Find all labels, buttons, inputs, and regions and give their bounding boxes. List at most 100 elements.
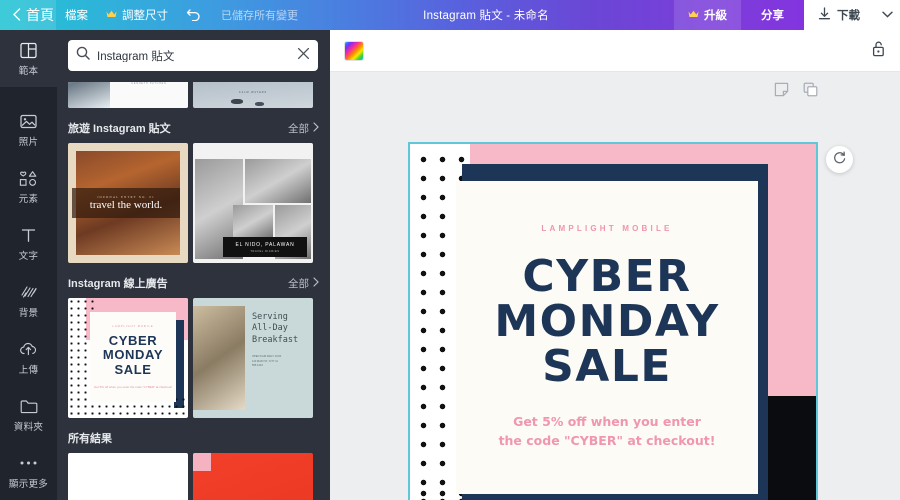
share-label: 分享: [761, 10, 784, 22]
template-card[interactable]: EL NIDO, PALAWAN TRAVEL DIARIES: [193, 143, 313, 263]
page-actions-bar: [774, 82, 818, 102]
photo-icon: [20, 111, 37, 131]
see-all-label: 全部: [288, 277, 309, 290]
sidebar-label-uploads: 上傳: [18, 365, 39, 376]
text-t-icon: [20, 225, 37, 245]
sidebar-label-text: 文字: [18, 251, 39, 262]
chevron-right-icon: [313, 276, 319, 290]
back-button[interactable]: 首頁: [0, 0, 56, 30]
sidebar-item-photos[interactable]: 照片: [0, 101, 57, 158]
upgrade-label: 升級: [704, 10, 727, 22]
section-title: 所有結果: [68, 433, 112, 445]
template-title: travel the world.: [89, 199, 163, 211]
close-x-icon[interactable]: [297, 47, 310, 65]
section-title: Instagram 線上廣告: [68, 278, 168, 290]
search-icon: [76, 46, 90, 65]
rainbow-color-swatch[interactable]: [344, 40, 364, 61]
template-sub: OPEN 8 AM DAILY 10:00 123 MAIN ST, CITY …: [252, 355, 282, 368]
template-card[interactable]: [193, 453, 313, 500]
canvas-viewport: LAMPLIGHT MOBILE CYBER MONDAY SALE Get 5…: [330, 114, 900, 500]
duplicate-page-icon[interactable]: [803, 82, 818, 102]
crown-icon: [106, 10, 117, 21]
unlock-icon[interactable]: [871, 40, 886, 62]
sidebar-label-background: 背景: [18, 308, 39, 319]
template-thumb-image: JOURNAL ENTRY NO. 01 travel the world.: [72, 151, 180, 255]
sidebar-item-templates[interactable]: 範本: [0, 30, 57, 87]
ellipsis-icon: [19, 453, 38, 473]
chevron-down-icon: [881, 9, 893, 21]
design-subtext-line2[interactable]: the code "CYBER" at checkout!: [499, 431, 716, 450]
crown-icon: [688, 10, 699, 21]
sidebar-item-more[interactable]: 顯示更多: [0, 443, 57, 500]
section-header-travel: 旅遊 Instagram 貼文 全部: [57, 108, 330, 143]
design-headline-line1[interactable]: CYBER: [522, 254, 691, 300]
template-row-travel: JOURNAL ENTRY NO. 01 travel the world. E…: [57, 143, 330, 263]
sidebar-item-elements[interactable]: 元素: [0, 158, 57, 215]
sidebar-item-text[interactable]: 文字: [0, 215, 57, 272]
template-headline: CYBER MONDAY SALE: [102, 332, 164, 378]
design-title[interactable]: Instagram 貼文 - 未命名: [423, 7, 549, 23]
chevron-left-icon: [12, 7, 21, 23]
thumb-decoration: [231, 99, 243, 104]
upgrade-button[interactable]: 升級: [674, 0, 741, 30]
rail-divider: [0, 87, 57, 101]
design-headline-line2[interactable]: MONDAY: [494, 299, 719, 345]
undo-button[interactable]: [177, 0, 211, 30]
template-row-ads: LAMPLIGHT MOBILE CYBER MONDAY SALE Get 5…: [57, 298, 330, 418]
search-bar-container: [68, 40, 318, 71]
design-brand-text[interactable]: LAMPLIGHT MOBILE: [541, 224, 672, 233]
chevron-right-icon: [313, 121, 319, 135]
design-cream-card[interactable]: LAMPLIGHT MOBILE CYBER MONDAY SALE Get 5…: [456, 181, 758, 494]
file-label: 檔案: [65, 10, 88, 22]
design-headline-line3[interactable]: SALE: [542, 344, 672, 390]
template-thumb-text: the light falls, softly / down on the ha…: [110, 82, 188, 108]
template-row-partial: the light falls, softly / down on the ha…: [57, 82, 330, 108]
animate-refresh-icon: [832, 150, 847, 170]
search-box[interactable]: [68, 40, 318, 71]
thumb-shape-pink: [193, 453, 211, 471]
download-button[interactable]: 下載: [804, 0, 874, 30]
template-thumb-image: [68, 82, 110, 108]
template-card[interactable]: Serving All-Day Breakfast OPEN 8 AM DAIL…: [193, 298, 313, 418]
download-label: 下載: [837, 10, 860, 22]
template-results-scroll[interactable]: the light falls, softly / down on the ha…: [57, 82, 330, 500]
template-card[interactable]: [68, 453, 188, 500]
notes-page-icon[interactable]: [774, 82, 789, 102]
resize-button[interactable]: 調整尺寸: [97, 0, 177, 30]
background-hatch-icon: [20, 282, 38, 302]
thumb-decoration: [255, 102, 264, 106]
section-see-all-link[interactable]: 全部: [288, 121, 319, 136]
file-menu-button[interactable]: 檔案: [56, 0, 97, 30]
search-input[interactable]: [97, 49, 290, 62]
thumb-text: Serving All-Day Breakfast OPEN 8 AM DAIL…: [245, 298, 313, 418]
template-card[interactable]: the light falls, softly / down on the ha…: [68, 82, 188, 108]
design-canvas[interactable]: LAMPLIGHT MOBILE CYBER MONDAY SALE Get 5…: [408, 142, 818, 500]
top-toolbar: 首頁 檔案 調整尺寸 已儲存所有變更 Instagram 貼文 - 未命名 升級…: [0, 0, 900, 30]
template-card[interactable]: CALM WATERS: [193, 82, 313, 108]
sidebar-item-background[interactable]: 背景: [0, 272, 57, 329]
save-status: 已儲存所有變更: [221, 10, 298, 22]
template-label: EL NIDO, PALAWAN TRAVEL DIARIES: [223, 237, 307, 257]
share-button[interactable]: 分享: [741, 0, 804, 30]
left-sidebar-rail: 範本 照片 元素 文字 背景 上傳 資料夾 顯示更多: [0, 30, 57, 500]
see-all-label: 全部: [288, 122, 309, 135]
thumb-photo: [245, 159, 311, 203]
undo-arrow-icon: [186, 7, 202, 24]
topbar-more-menu-button[interactable]: [874, 0, 900, 30]
thumb-card: LAMPLIGHT MOBILE CYBER MONDAY SALE Get 5…: [90, 312, 176, 402]
template-caption: CALM WATERS: [238, 91, 268, 94]
section-title: 旅遊 Instagram 貼文: [68, 123, 171, 135]
template-card[interactable]: JOURNAL ENTRY NO. 01 travel the world.: [68, 143, 188, 263]
sidebar-label-elements: 元素: [18, 194, 39, 205]
template-subtitle: TRAVEL DIARIES: [250, 249, 280, 253]
animate-button[interactable]: [826, 146, 853, 173]
design-subtext-line1[interactable]: Get 5% off when you enter: [513, 412, 701, 431]
template-card[interactable]: LAMPLIGHT MOBILE CYBER MONDAY SALE Get 5…: [68, 298, 188, 418]
section-see-all-link[interactable]: 全部: [288, 276, 319, 291]
sidebar-item-folders[interactable]: 資料夾: [0, 386, 57, 443]
sidebar-label-photos: 照片: [18, 137, 39, 148]
editor-area: LAMPLIGHT MOBILE CYBER MONDAY SALE Get 5…: [330, 30, 900, 500]
section-header-ads: Instagram 線上廣告 全部: [57, 263, 330, 298]
sidebar-item-uploads[interactable]: 上傳: [0, 329, 57, 386]
section-header-all-results: 所有結果: [57, 418, 330, 453]
